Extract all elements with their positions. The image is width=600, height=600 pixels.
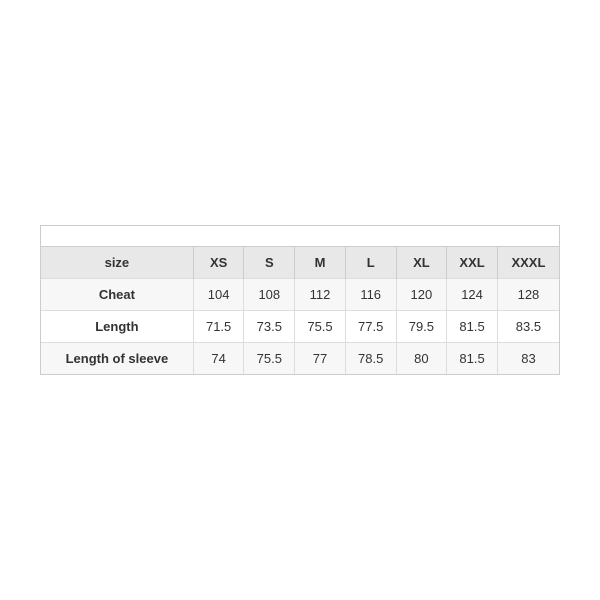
table-row: Length71.573.575.577.579.581.583.5	[41, 311, 559, 343]
cell-2-6: 83	[497, 343, 559, 375]
size-chart-table: sizeXSSMLXLXXLXXXL Cheat1041081121161201…	[41, 247, 559, 374]
row-label-2: Length of sleeve	[41, 343, 193, 375]
col-header-xxxl: XXXL	[497, 247, 559, 279]
cell-2-0: 74	[193, 343, 244, 375]
cell-1-1: 73.5	[244, 311, 295, 343]
table-body: Cheat104108112116120124128Length71.573.5…	[41, 279, 559, 375]
chart-title-row	[41, 226, 559, 247]
cell-1-0: 71.5	[193, 311, 244, 343]
cell-0-0: 104	[193, 279, 244, 311]
row-label-1: Length	[41, 311, 193, 343]
cell-2-1: 75.5	[244, 343, 295, 375]
cell-1-2: 75.5	[295, 311, 346, 343]
cell-0-3: 116	[345, 279, 396, 311]
col-header-xl: XL	[396, 247, 447, 279]
cell-0-2: 112	[295, 279, 346, 311]
table-row: Cheat104108112116120124128	[41, 279, 559, 311]
col-header-s: S	[244, 247, 295, 279]
cell-0-6: 128	[497, 279, 559, 311]
col-header-m: M	[295, 247, 346, 279]
cell-1-6: 83.5	[497, 311, 559, 343]
cell-2-3: 78.5	[345, 343, 396, 375]
col-header-size: size	[41, 247, 193, 279]
cell-1-4: 79.5	[396, 311, 447, 343]
table-row: Length of sleeve7475.57778.58081.583	[41, 343, 559, 375]
cell-0-4: 120	[396, 279, 447, 311]
cell-0-1: 108	[244, 279, 295, 311]
cell-2-4: 80	[396, 343, 447, 375]
cell-1-5: 81.5	[447, 311, 498, 343]
cell-0-5: 124	[447, 279, 498, 311]
size-chart-container: sizeXSSMLXLXXLXXXL Cheat1041081121161201…	[40, 225, 560, 375]
cell-1-3: 77.5	[345, 311, 396, 343]
cell-2-5: 81.5	[447, 343, 498, 375]
col-header-xs: XS	[193, 247, 244, 279]
col-header-l: L	[345, 247, 396, 279]
table-header-row: sizeXSSMLXLXXLXXXL	[41, 247, 559, 279]
col-header-xxl: XXL	[447, 247, 498, 279]
cell-2-2: 77	[295, 343, 346, 375]
row-label-0: Cheat	[41, 279, 193, 311]
